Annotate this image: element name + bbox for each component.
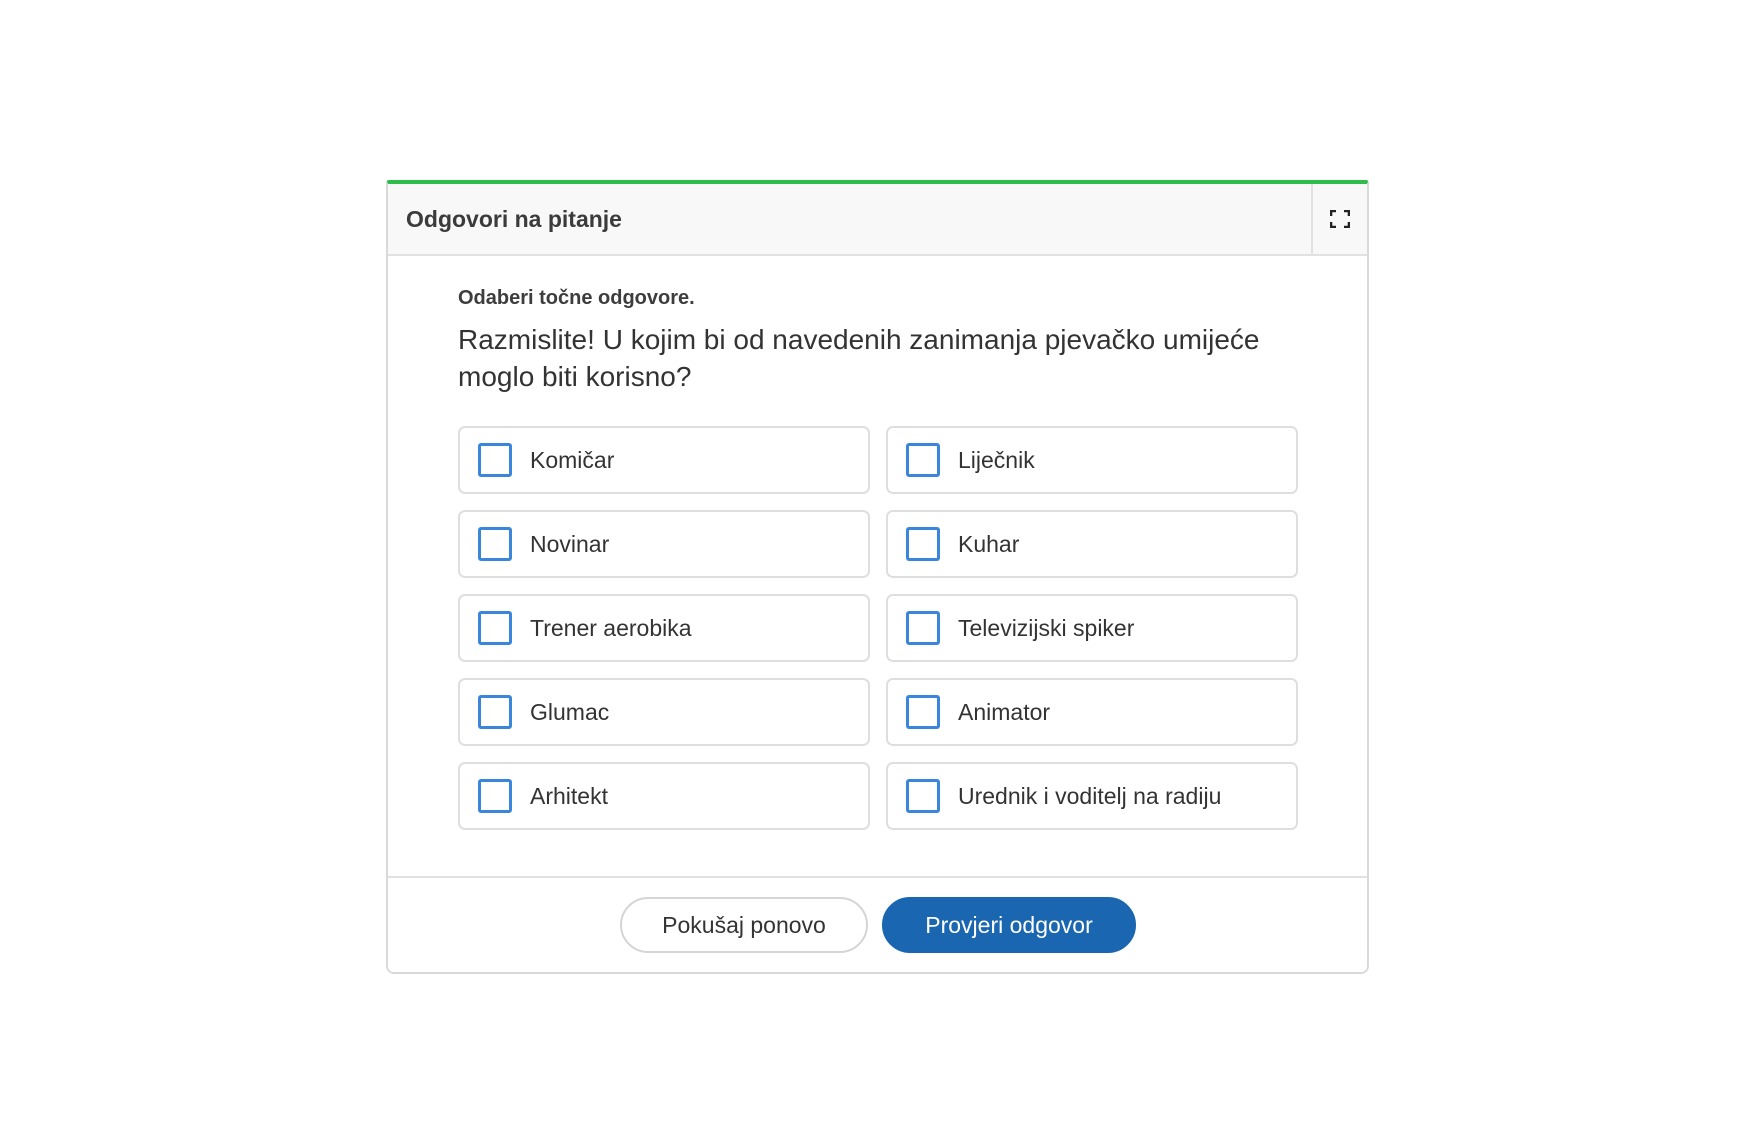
- card-header: Odgovori na pitanje: [388, 184, 1367, 256]
- card-body: Odaberi točne odgovore. Razmislite! U ko…: [388, 256, 1367, 881]
- checkbox-icon[interactable]: [906, 611, 940, 645]
- answer-option-label: Televizijski spiker: [958, 615, 1135, 641]
- checkbox-icon[interactable]: [478, 695, 512, 729]
- answer-option-label: Komičar: [530, 447, 615, 473]
- checkbox-icon[interactable]: [478, 443, 512, 477]
- checkbox-icon[interactable]: [906, 695, 940, 729]
- answer-option[interactable]: Liječnik: [886, 426, 1298, 494]
- answer-option-label: Arhitekt: [530, 783, 608, 809]
- instruction-text: Odaberi točne odgovore.: [458, 287, 695, 309]
- answer-option[interactable]: Komičar: [458, 426, 870, 494]
- answer-options: Komičar Liječnik Novinar Kuhar Trener ae…: [458, 426, 1298, 830]
- answer-option[interactable]: Arhitekt: [458, 762, 870, 830]
- checkbox-icon[interactable]: [906, 443, 940, 477]
- retry-button[interactable]: Pokušaj ponovo: [620, 897, 868, 953]
- answer-option-label: Kuhar: [958, 531, 1020, 557]
- answer-option-label: Trener aerobika: [530, 615, 692, 641]
- card-footer: Pokušaj ponovo Provjeri odgovor: [388, 876, 1367, 972]
- answer-option-label: Urednik i voditelj na radiju: [958, 783, 1222, 809]
- answer-option-label: Glumac: [530, 699, 610, 725]
- checkbox-icon[interactable]: [478, 611, 512, 645]
- answer-option-label: Novinar: [530, 531, 610, 557]
- question-card: Odgovori na pitanje Odaberi točne odgovo…: [386, 180, 1369, 974]
- answer-option[interactable]: Kuhar: [886, 510, 1298, 578]
- card-title: Odgovori na pitanje: [406, 206, 622, 232]
- checkbox-icon[interactable]: [906, 527, 940, 561]
- checkbox-icon[interactable]: [478, 527, 512, 561]
- checkbox-icon[interactable]: [478, 779, 512, 813]
- answer-option[interactable]: Animator: [886, 678, 1298, 746]
- answer-option[interactable]: Televizijski spiker: [886, 594, 1298, 662]
- answer-option-label: Animator: [958, 699, 1051, 725]
- answer-option[interactable]: Glumac: [458, 678, 870, 746]
- checkbox-icon[interactable]: [906, 779, 940, 813]
- fullscreen-button[interactable]: [1311, 184, 1367, 254]
- answer-option[interactable]: Trener aerobika: [458, 594, 870, 662]
- answer-option[interactable]: Urednik i voditelj na radiju: [886, 762, 1298, 830]
- fullscreen-icon: [1330, 210, 1350, 228]
- check-answer-button[interactable]: Provjeri odgovor: [882, 897, 1136, 953]
- question-text: Razmislite! U kojim bi od navedenih zani…: [458, 324, 1260, 392]
- answer-option-label: Liječnik: [958, 447, 1035, 473]
- answer-option[interactable]: Novinar: [458, 510, 870, 578]
